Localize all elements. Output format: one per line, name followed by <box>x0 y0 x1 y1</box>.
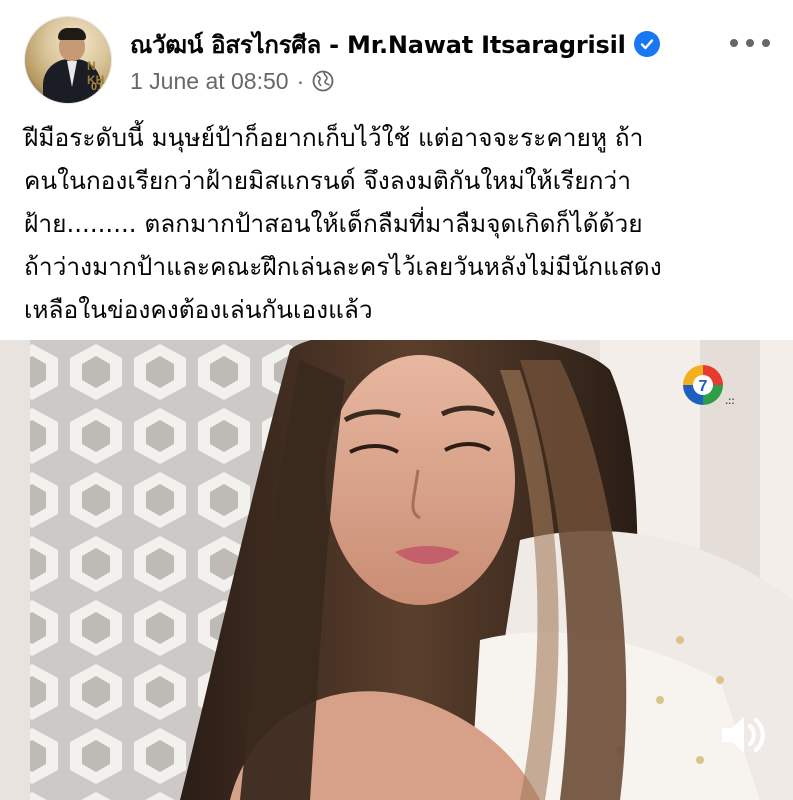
avatar-person-hair <box>58 28 86 40</box>
volume-icon[interactable] <box>712 704 774 766</box>
avatar-backdrop-year: 017 <box>91 81 110 93</box>
post-text-line: เหลือในข่องคงต้องเล่นกันเองแล้ว <box>24 295 373 324</box>
globe-icon[interactable] <box>312 70 334 92</box>
video-player[interactable]: 7 .:: <box>0 340 793 800</box>
channel-7-logo: 7 .:: <box>678 360 738 410</box>
author-name[interactable]: ณวัฒน์ อิสรไกรศีล - Mr.Nawat Itsaragrisi… <box>130 25 626 64</box>
more-options-icon[interactable] <box>730 30 770 56</box>
post-timestamp[interactable]: 1 June at 08:50 <box>130 68 289 95</box>
post-text-line: ฝ้าย......... ตลกมากป้าสอนให้เด็กลืมที่ม… <box>24 209 643 238</box>
post-meta: 1 June at 08:50 · <box>130 66 334 96</box>
svg-text:.::: .:: <box>725 396 734 407</box>
post-message: ฝีมือระดับนี้ มนุษย์ป้าก็อยากเก็บไว้ใช้ … <box>24 117 784 332</box>
author-row: ณวัฒน์ อิสรไกรศีล - Mr.Nawat Itsaragrisi… <box>130 27 660 61</box>
author-avatar[interactable]: N KH 017 <box>24 16 112 104</box>
post-text-line: ถ้าว่างมากป้าและคณะฝึกเล่นละครไว้เลยวันห… <box>24 252 662 281</box>
video-frame <box>0 340 793 800</box>
channel-number: 7 <box>699 378 708 395</box>
meta-separator: · <box>296 67 305 94</box>
post-text-line: ฝีมือระดับนี้ มนุษย์ป้าก็อยากเก็บไว้ใช้ … <box>24 123 644 152</box>
verified-badge-icon <box>633 31 660 57</box>
post-text-line: คนในกองเรียกว่าฝ้ายมิสแกรนด์ จึงลงมติกัน… <box>24 166 631 195</box>
post-header: N KH 017 ณวัฒน์ อิสรไกรศีล - Mr.Nawat It… <box>0 0 793 110</box>
